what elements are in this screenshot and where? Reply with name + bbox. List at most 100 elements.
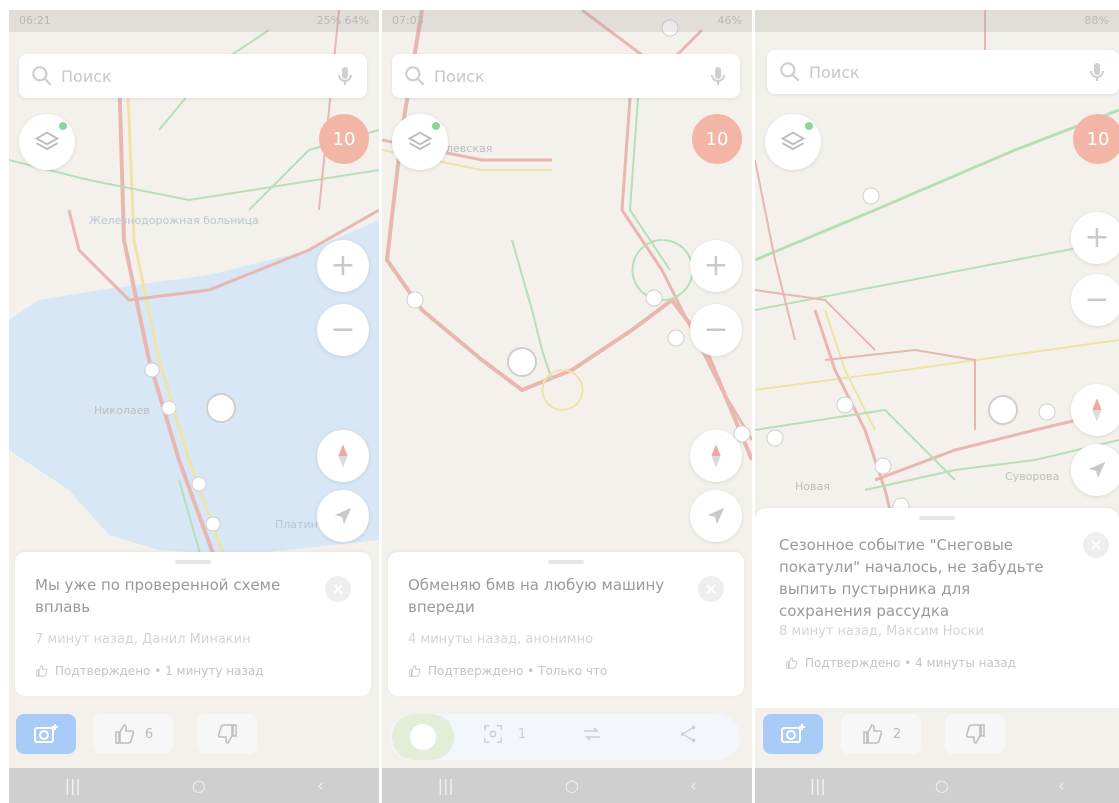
card-drag-handle[interactable] (548, 560, 584, 564)
thumbs-up-icon (863, 724, 882, 744)
microphone-icon[interactable] (333, 64, 357, 88)
navigation-arrow-icon (1088, 461, 1106, 479)
event-meta: 4 минуты назад, анонимно (408, 632, 594, 647)
scan-count: 1 (517, 726, 527, 742)
traffic-level-badge[interactable]: 10 (1073, 114, 1119, 164)
layers-icon (34, 131, 60, 151)
card-drag-handle[interactable] (175, 560, 211, 564)
plus-icon: + (1084, 220, 1110, 255)
add-photo-button[interactable] (763, 714, 823, 754)
zoom-out-button[interactable]: − (690, 304, 742, 356)
back-button[interactable]: ‹ (1058, 776, 1064, 795)
repost-button[interactable] (572, 714, 612, 754)
like-button[interactable]: 2 (841, 714, 921, 754)
search-bar[interactable]: Поиск (392, 54, 740, 98)
search-icon (32, 66, 52, 86)
system-navigation-bar: ||| ○ ‹ (382, 768, 752, 803)
close-icon (333, 584, 343, 594)
confirmation-text: Подтверждено • 4 минуты назад (805, 656, 1016, 670)
event-title: Сезонное событие "Снеговые покатули" нач… (779, 536, 1044, 620)
home-button[interactable]: ○ (192, 776, 206, 795)
close-card-button[interactable] (698, 576, 724, 602)
confirmation-text: Подтверждено • 1 минуту назад (55, 664, 264, 678)
my-location-button[interactable] (317, 490, 369, 542)
add-photo-button[interactable] (392, 714, 454, 760)
home-button[interactable]: ○ (935, 776, 949, 795)
search-input[interactable]: Поиск (809, 63, 1085, 82)
svg-text:Суворова: Суворова (1005, 470, 1059, 483)
confirmation-status: Подтверждено • Только что (408, 664, 607, 678)
like-button[interactable]: 6 (93, 714, 173, 754)
screenshot-panel-1: Железнодорожная больница Николаев Платин… (9, 10, 379, 803)
thumbs-down-icon (965, 724, 985, 744)
svg-text:Николаев: Николаев (94, 404, 150, 417)
screenshot-panel-3: Новая Суворова 88% Поиск 10 + − Сезонное… (755, 10, 1119, 803)
event-meta: 7 минут назад, Данил Минакин (35, 632, 251, 647)
thumbs-up-icon (409, 665, 421, 677)
status-time: 06:21 (19, 14, 51, 27)
camera-add-icon (410, 724, 436, 750)
recents-button[interactable]: ||| (438, 776, 454, 795)
camera-add-icon (34, 724, 58, 743)
my-location-button[interactable] (690, 490, 742, 542)
zoom-out-button[interactable]: − (1071, 274, 1119, 326)
zoom-in-button[interactable]: + (690, 240, 742, 292)
scan-button[interactable]: 1 (474, 714, 534, 754)
dislike-button[interactable] (945, 714, 1005, 754)
scan-face-icon (483, 725, 502, 743)
search-input[interactable]: Поиск (61, 67, 333, 86)
close-card-button[interactable] (325, 576, 351, 602)
event-card[interactable]: Мы уже по проверенной схеме вплавь 7 мин… (15, 552, 371, 696)
home-button[interactable]: ○ (565, 776, 579, 795)
zoom-in-button[interactable]: + (317, 240, 369, 292)
event-card[interactable]: Сезонное событие "Снеговые покатули" нач… (755, 508, 1119, 708)
layers-button[interactable] (392, 114, 448, 170)
like-count: 2 (892, 726, 902, 742)
like-count: 6 (144, 726, 154, 742)
screenshot-panel-2: левская 07:03 46% Поиск 10 + − Обменяю б… (382, 10, 752, 803)
compass-button[interactable] (1071, 384, 1119, 436)
confirmation-status: Подтверждено • 1 минуту назад (35, 664, 264, 678)
traffic-level-badge[interactable]: 10 (692, 114, 742, 164)
plus-icon: + (330, 248, 356, 283)
recents-button[interactable]: ||| (810, 776, 826, 795)
confirmation-text: Подтверждено • Только что (428, 664, 608, 678)
event-title: Обменяю бмв на любую машину впереди (408, 576, 665, 616)
search-input[interactable]: Поиск (434, 67, 706, 86)
layers-button[interactable] (19, 114, 75, 170)
thumbs-up-icon (786, 657, 798, 669)
dislike-button[interactable] (197, 714, 257, 754)
back-button[interactable]: ‹ (690, 776, 696, 795)
thumbs-down-icon (217, 724, 237, 744)
my-location-button[interactable] (1071, 444, 1119, 496)
svg-text:Железнодорожная больница: Железнодорожная больница (89, 214, 259, 227)
zoom-out-button[interactable]: − (317, 304, 369, 356)
card-drag-handle[interactable] (919, 516, 955, 520)
back-button[interactable]: ‹ (317, 776, 323, 795)
camera-add-icon (781, 724, 805, 743)
status-bar: 07:03 46% (382, 10, 752, 32)
search-bar[interactable]: Поиск (767, 50, 1119, 94)
share-icon (680, 725, 696, 743)
compass-button[interactable] (690, 430, 742, 482)
traffic-level-badge[interactable]: 10 (319, 114, 369, 164)
zoom-in-button[interactable]: + (1071, 212, 1119, 264)
layers-button[interactable] (765, 114, 821, 170)
compass-button[interactable] (317, 430, 369, 482)
minus-icon: − (703, 312, 729, 347)
action-bar: 6 (9, 714, 379, 760)
svg-text:Новая: Новая (795, 480, 830, 493)
event-card[interactable]: Обменяю бмв на любую машину впереди 4 ми… (388, 552, 744, 696)
close-card-button[interactable] (1083, 532, 1109, 558)
recents-button[interactable]: ||| (65, 776, 81, 795)
status-time: 07:03 (392, 14, 424, 27)
microphone-icon[interactable] (1085, 60, 1109, 84)
thumbs-up-icon (115, 724, 134, 744)
share-button[interactable] (668, 714, 708, 754)
microphone-icon[interactable] (706, 64, 730, 88)
add-photo-button[interactable] (16, 714, 76, 754)
status-bar: 06:21 25% 64% (9, 10, 379, 32)
svg-text:левская: левская (446, 142, 492, 155)
action-bar: 2 (755, 714, 1119, 760)
search-bar[interactable]: Поиск (19, 54, 367, 98)
